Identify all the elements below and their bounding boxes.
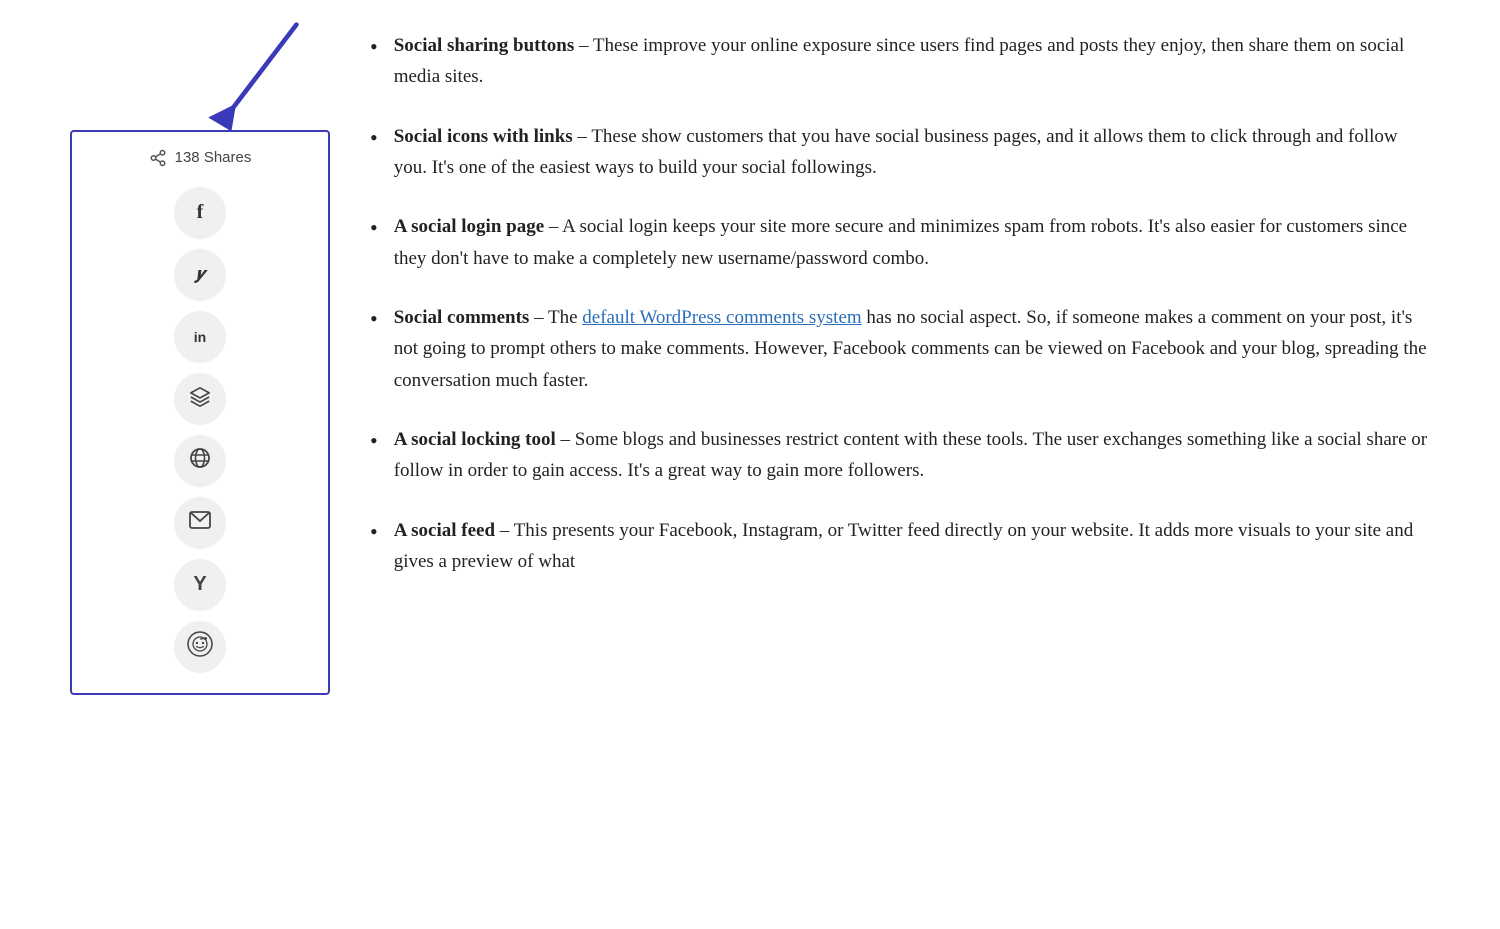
bullet-4: • (370, 304, 378, 335)
list-item-3: • A social login page – A social login k… (370, 211, 1430, 274)
share-count-text: 138 Shares (175, 146, 252, 171)
list-bold-5: A social locking tool (394, 429, 556, 450)
list-item-1: • Social sharing buttons – These improve… (370, 30, 1430, 93)
list-text-6: A social feed – This presents your Faceb… (394, 515, 1430, 578)
list-item-6: • A social feed – This presents your Fac… (370, 515, 1430, 578)
bullet-1: • (370, 32, 378, 63)
facebook-icon: f (197, 201, 204, 224)
social-buttons: f 𝒚 in (82, 187, 318, 673)
list-rest-3: – A social login keeps your site more se… (394, 216, 1407, 268)
yummly-button[interactable]: Y (174, 559, 226, 611)
twitter-button[interactable]: 𝒚 (174, 249, 226, 301)
bullet-3: • (370, 213, 378, 244)
share-count-row: 138 Shares (149, 146, 252, 171)
linkedin-button[interactable]: in (174, 311, 226, 363)
list-bold-1: Social sharing buttons (394, 35, 575, 56)
twitter-icon: 𝒚 (195, 266, 205, 284)
bullet-6: • (370, 517, 378, 548)
linkedin-icon: in (194, 329, 206, 345)
buffer-icon (189, 386, 211, 411)
list-bold-6: A social feed (394, 520, 495, 541)
reddit-button[interactable] (174, 621, 226, 673)
social-comments-link[interactable]: default WordPress comments system (582, 307, 861, 328)
email-button[interactable] (174, 497, 226, 549)
print-icon (188, 446, 212, 475)
list-text-5: A social locking tool – Some blogs and b… (394, 424, 1430, 487)
page-container: 138 Shares f 𝒚 in (50, 30, 1450, 695)
yummly-icon: Y (193, 573, 206, 596)
share-icon (149, 149, 167, 167)
list-bold-3: A social login page (394, 216, 544, 237)
list-rest-6: – This presents your Facebook, Instagram… (394, 520, 1414, 572)
email-icon (189, 511, 211, 534)
reddit-icon (187, 631, 213, 662)
print-button[interactable] (174, 435, 226, 487)
list-bold-4: Social comments (394, 307, 530, 328)
list-item-4: • Social comments – The default WordPres… (370, 302, 1430, 396)
list-text-3: A social login page – A social login kee… (394, 211, 1430, 274)
list-text-4: Social comments – The default WordPress … (394, 302, 1430, 396)
buffer-button[interactable] (174, 373, 226, 425)
content-list: • Social sharing buttons – These improve… (370, 30, 1430, 577)
facebook-button[interactable]: f (174, 187, 226, 239)
list-bold-2: Social icons with links (394, 126, 573, 147)
list-item-2: • Social icons with links – These show c… (370, 121, 1430, 184)
bullet-2: • (370, 123, 378, 154)
list-text-2: Social icons with links – These show cus… (394, 121, 1430, 184)
social-sidebar: 138 Shares f 𝒚 in (70, 130, 330, 695)
bullet-5: • (370, 426, 378, 457)
list-item-5: • A social locking tool – Some blogs and… (370, 424, 1430, 487)
content-area: • Social sharing buttons – These improve… (370, 30, 1430, 605)
list-text-1: Social sharing buttons – These improve y… (394, 30, 1430, 93)
list-pre-link-4: – The (529, 307, 582, 328)
